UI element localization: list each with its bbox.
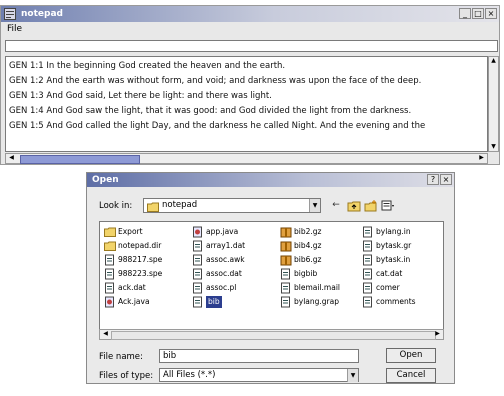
back-arrow-icon[interactable]: ←: [329, 199, 343, 212]
horizontal-scrollbar[interactable]: ◀ ▶: [5, 153, 488, 164]
look-in-label: Look in:: [99, 201, 133, 211]
file-icon: [105, 268, 114, 280]
scroll-left-arrow-icon[interactable]: ◀: [7, 154, 16, 162]
archive-icon: [280, 241, 292, 252]
window-title: notepad: [21, 9, 63, 19]
file-name-label: File name:: [99, 352, 143, 362]
text-line: GEN 1:5 And God called the light Day, an…: [9, 121, 426, 131]
file-name: bigbib: [294, 269, 318, 278]
file-icon: [363, 226, 372, 238]
file-name: blemail.mail: [294, 283, 340, 292]
file-name: assoc.dat: [206, 269, 242, 278]
archive-icon: [280, 227, 292, 238]
file-name: comer: [376, 283, 400, 292]
file-name: cat.dat: [376, 269, 403, 278]
view-list-icon[interactable]: [381, 199, 395, 212]
file-icon: [193, 296, 202, 308]
file-name: bytask.gr: [376, 241, 412, 250]
files-of-type-value: All Files (*.*): [163, 370, 216, 380]
file-list[interactable]: Export notepad.dir 988217.spe 988223.spe ack…: [99, 221, 444, 331]
file-name: notepad.dir: [118, 241, 162, 250]
file-icon: [281, 268, 290, 280]
text-line: GEN 1:1 In the beginning God created the…: [9, 61, 286, 71]
folder-icon: [104, 227, 116, 237]
menu-file[interactable]: File: [7, 24, 22, 34]
file-icon: [193, 254, 202, 266]
file-name: bytask.in: [376, 255, 411, 264]
title-bar[interactable]: notepad _ □ ×: [1, 6, 499, 22]
file-name: ack.dat: [118, 283, 146, 292]
new-folder-icon[interactable]: [364, 199, 378, 212]
scroll-thumb[interactable]: [20, 155, 140, 164]
scroll-down-arrow-icon[interactable]: ▼: [489, 143, 498, 151]
file-name: assoc.pl: [206, 283, 237, 292]
file-icon: [363, 296, 372, 308]
java-file-icon: [105, 296, 114, 308]
file-name: assoc.awk: [206, 255, 245, 264]
file-icon: [281, 282, 290, 294]
folder-icon: [104, 241, 116, 251]
open-dialog: Open ? × Look in: notepad ▼ ← Export note…: [86, 172, 455, 384]
chevron-down-icon[interactable]: ▼: [347, 369, 358, 382]
file-icon: [363, 254, 372, 266]
text-area[interactable]: GEN 1:1 In the beginning God created the…: [5, 56, 488, 152]
file-icon: [363, 282, 372, 294]
file-icon: [281, 296, 290, 308]
help-button[interactable]: ?: [427, 174, 439, 185]
file-name: 988217.spe: [118, 255, 163, 264]
vertical-scrollbar[interactable]: ▲ ▼: [488, 56, 499, 152]
file-name: Export: [118, 227, 143, 236]
file-name: bylang.in: [376, 227, 411, 236]
file-name: Ack.java: [118, 297, 150, 306]
file-name: 988223.spe: [118, 269, 163, 278]
scroll-up-arrow-icon[interactable]: ▲: [489, 57, 498, 65]
search-input[interactable]: [5, 40, 498, 52]
look-in-combo[interactable]: notepad ▼: [143, 198, 321, 213]
app-icon: [4, 8, 16, 20]
chevron-down-icon[interactable]: ▼: [309, 199, 320, 212]
file-icon: [193, 240, 202, 252]
folder-icon: [147, 202, 159, 212]
maximize-button[interactable]: □: [472, 8, 484, 19]
look-in-value: notepad: [162, 200, 198, 210]
files-of-type-select[interactable]: All Files (*.*) ▼: [159, 368, 359, 382]
file-icon: [363, 268, 372, 280]
file-name: bylang.grap: [294, 297, 339, 306]
menu-bar: File: [1, 23, 499, 37]
scroll-right-arrow-icon[interactable]: ▶: [477, 154, 486, 162]
text-line: GEN 1:3 And God said, Let there be light…: [9, 91, 272, 101]
file-name: array1.dat: [206, 241, 246, 250]
file-name: bib4.gz: [294, 241, 322, 250]
archive-icon: [280, 255, 292, 266]
file-icon: [363, 240, 372, 252]
file-name: bib2.gz: [294, 227, 322, 236]
scroll-thumb[interactable]: [111, 331, 436, 340]
file-name-field[interactable]: bib: [159, 349, 359, 363]
file-name: bib6.gz: [294, 255, 322, 264]
up-folder-icon[interactable]: [347, 199, 361, 212]
file-name: bib: [206, 296, 222, 308]
scroll-right-arrow-icon[interactable]: ▶: [433, 330, 442, 338]
notepad-window: notepad _ □ × File GEN 1:1 In the beginn…: [0, 5, 500, 165]
file-list-scrollbar[interactable]: ◀ ▶: [99, 329, 444, 340]
file-icon: [193, 282, 202, 294]
java-file-icon: [193, 226, 202, 238]
cancel-button[interactable]: Cancel: [386, 368, 436, 383]
file-name: app.java: [206, 227, 239, 236]
file-icon: [193, 268, 202, 280]
dialog-close-button[interactable]: ×: [440, 174, 452, 185]
dialog-title-bar[interactable]: Open ? ×: [87, 173, 454, 187]
file-icon: [105, 282, 114, 294]
text-line: GEN 1:2 And the earth was without form, …: [9, 76, 422, 86]
file-name: comments: [376, 297, 416, 306]
close-button[interactable]: ×: [485, 8, 497, 19]
scroll-left-arrow-icon[interactable]: ◀: [101, 330, 110, 338]
text-line: GEN 1:4 And God saw the light, that it w…: [9, 106, 412, 116]
open-button[interactable]: Open: [386, 348, 436, 363]
dialog-title: Open: [92, 175, 119, 185]
files-of-type-label: Files of type:: [99, 371, 154, 381]
file-icon: [105, 254, 114, 266]
minimize-button[interactable]: _: [459, 8, 471, 19]
